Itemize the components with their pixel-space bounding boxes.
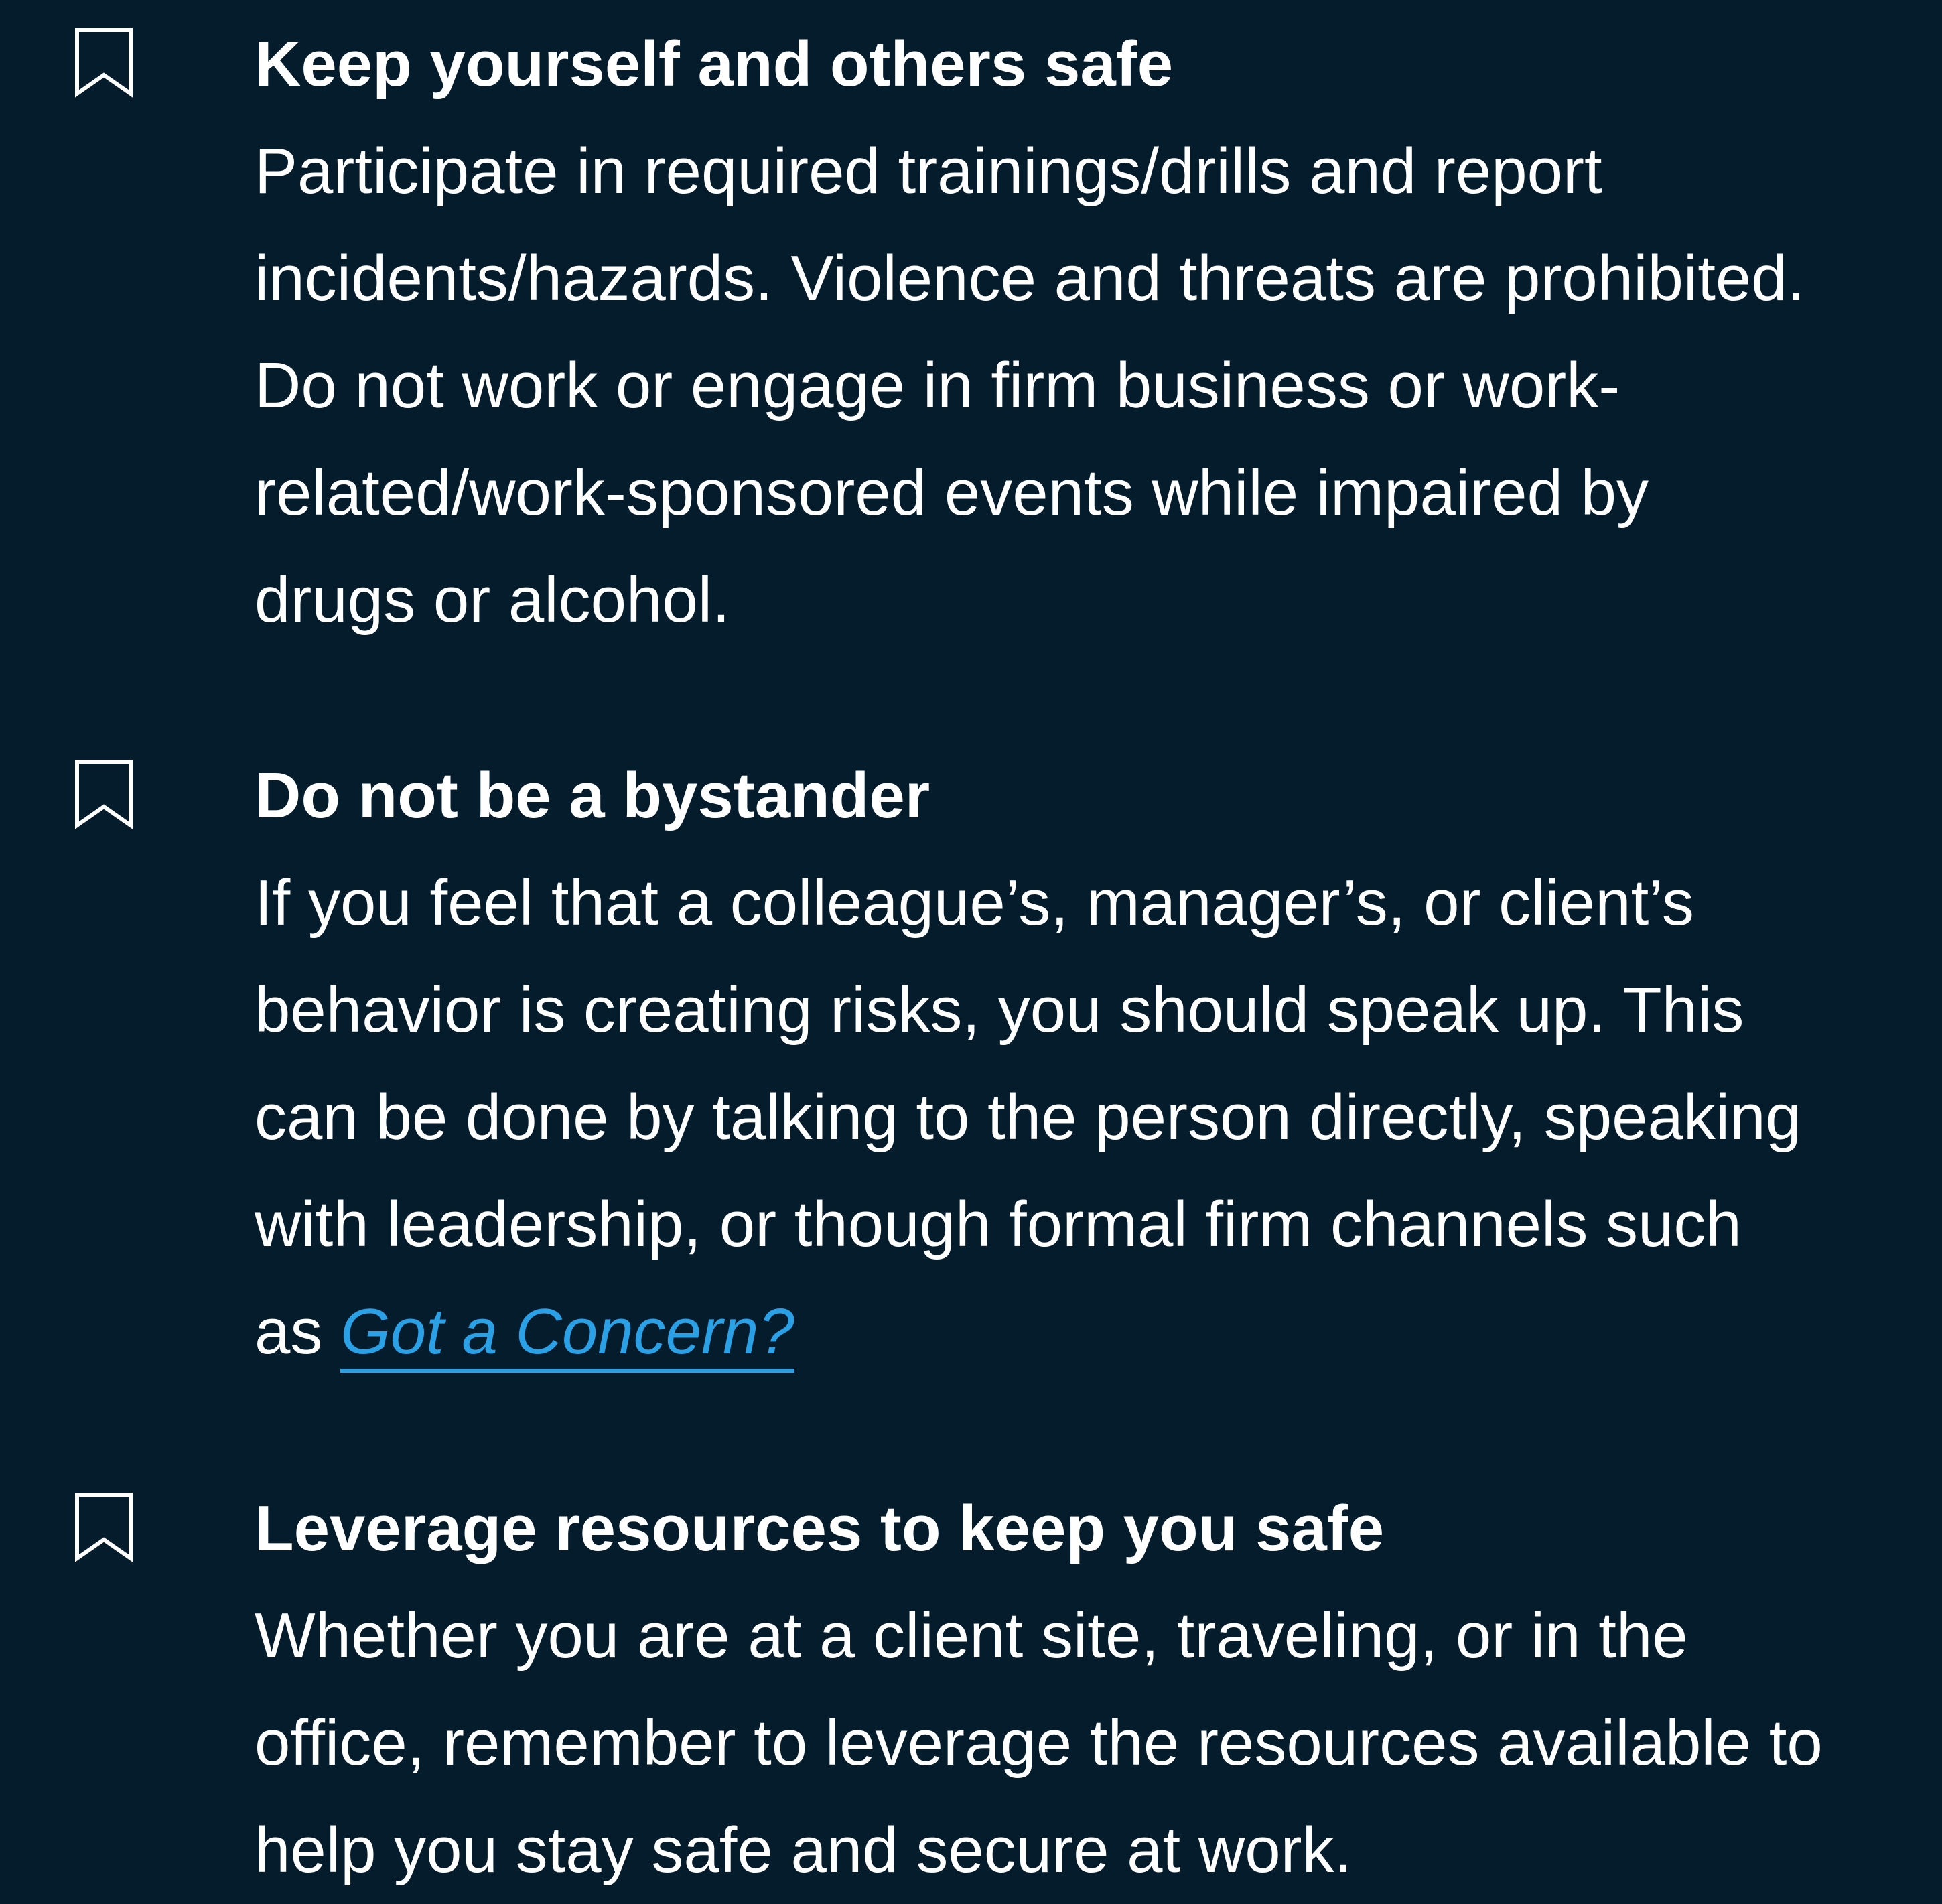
bookmark-icon[interactable] bbox=[74, 758, 134, 831]
link-prefix: as bbox=[255, 1296, 341, 1367]
item-heading: Do not be a bystander bbox=[255, 760, 930, 831]
body-line: drugs or alcohol. bbox=[255, 564, 730, 636]
body-line: help you stay safe and secure at work. bbox=[255, 1814, 1353, 1886]
item-heading: Leverage resources to keep you safe bbox=[255, 1493, 1385, 1564]
item-body: Participate in required trainings/drills… bbox=[255, 118, 1889, 654]
body-line: with leadership, or though formal firm c… bbox=[255, 1188, 1742, 1260]
body-line: If you feel that a colleague’s, manager’… bbox=[255, 867, 1694, 939]
body-line: office, remember to leverage the resourc… bbox=[255, 1707, 1823, 1779]
item-body: Whether you are at a client site, travel… bbox=[255, 1582, 1889, 1904]
body-line-with-link: as Got a Concern? bbox=[255, 1278, 1889, 1385]
got-a-concern-link[interactable]: Got a Concern? bbox=[340, 1296, 794, 1373]
item-text: Keep yourself and others safe Participat… bbox=[255, 11, 1889, 654]
item-heading: Keep yourself and others safe bbox=[255, 28, 1174, 100]
body-line: can be done by talking to the person dir… bbox=[255, 1081, 1802, 1153]
bookmark-icon[interactable] bbox=[74, 1491, 134, 1564]
body-line: behavior is creating risks, you should s… bbox=[255, 974, 1744, 1046]
item-text: Leverage resources to keep you safe Whet… bbox=[255, 1475, 1889, 1904]
body-line: incidents/hazards. Violence and threats … bbox=[255, 243, 1805, 314]
item-body: If you feel that a colleague’s, manager’… bbox=[255, 849, 1889, 1385]
body-line: Do not work or engage in firm business o… bbox=[255, 350, 1620, 421]
body-line: Participate in required trainings/drills… bbox=[255, 135, 1602, 207]
item-text: Do not be a bystander If you feel that a… bbox=[255, 742, 1889, 1385]
bookmark-icon[interactable] bbox=[74, 27, 134, 99]
body-line: related/work-sponsored events while impa… bbox=[255, 457, 1649, 529]
body-line: Whether you are at a client site, travel… bbox=[255, 1600, 1688, 1672]
